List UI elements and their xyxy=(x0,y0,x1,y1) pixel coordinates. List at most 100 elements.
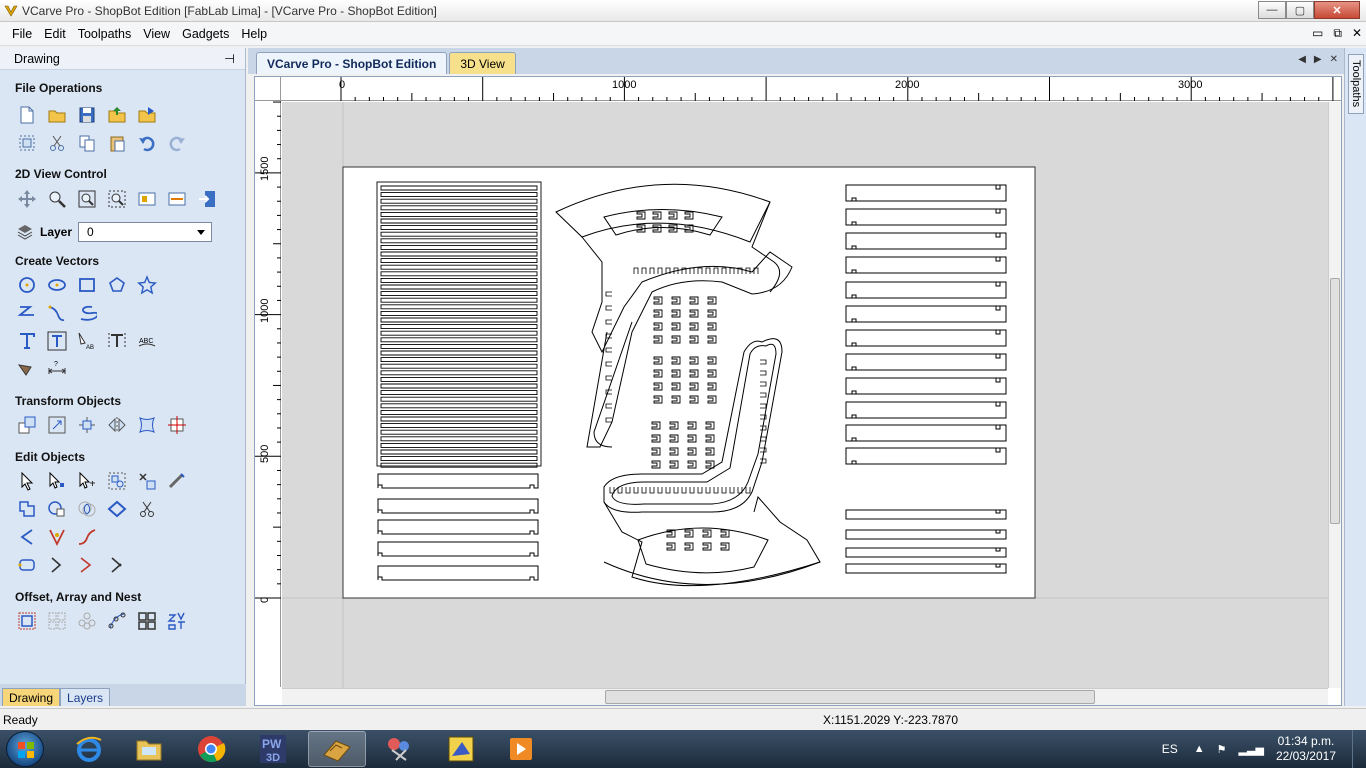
dimensions-icon[interactable]: ? xyxy=(46,358,68,380)
pan-view-icon[interactable] xyxy=(16,188,38,210)
import-bitmap-icon[interactable] xyxy=(136,104,158,126)
mdi-restore-button[interactable]: ⧉ xyxy=(1333,26,1342,41)
language-indicator[interactable]: ES xyxy=(1162,742,1178,756)
taskbar-media-player[interactable] xyxy=(492,731,550,767)
taskbar-internet-explorer[interactable] xyxy=(60,731,118,767)
close-vector-icon[interactable] xyxy=(16,554,38,576)
horizontal-scrollbar[interactable] xyxy=(282,688,1328,705)
select-all-icon[interactable] xyxy=(16,132,38,154)
switch-view-icon[interactable] xyxy=(196,188,218,210)
node-edit-icon[interactable] xyxy=(46,470,68,492)
tab-drawing[interactable]: Drawing xyxy=(2,688,61,706)
draw-circle-icon[interactable] xyxy=(16,274,38,296)
import-vectors-icon[interactable] xyxy=(106,104,128,126)
auto-layout-text-icon[interactable] xyxy=(46,330,68,352)
measure-icon[interactable] xyxy=(166,470,188,492)
auto-nest-icon[interactable] xyxy=(166,610,188,632)
menu-edit[interactable]: Edit xyxy=(38,27,72,41)
open-file-icon[interactable] xyxy=(46,104,68,126)
draw-curve-icon[interactable] xyxy=(46,302,68,324)
cut-icon[interactable] xyxy=(46,132,68,154)
scale-icon[interactable] xyxy=(46,414,68,436)
text-on-arc-icon[interactable]: ABC xyxy=(136,330,158,352)
move-icon[interactable] xyxy=(16,414,38,436)
block-copy-icon[interactable] xyxy=(46,610,68,632)
adjust-text-spacing-icon[interactable] xyxy=(106,330,128,352)
draw-arc-icon[interactable] xyxy=(76,302,98,324)
menu-toolpaths[interactable]: Toolpaths xyxy=(72,27,138,41)
offset-icon[interactable] xyxy=(16,610,38,632)
zoom-box-icon[interactable] xyxy=(46,188,68,210)
pin-icon[interactable]: ⊣ xyxy=(224,51,235,66)
subtract-icon[interactable] xyxy=(46,498,68,520)
horizontal-scroll-thumb[interactable] xyxy=(605,690,1095,704)
align-icon[interactable] xyxy=(166,414,188,436)
undo-icon[interactable] xyxy=(136,132,158,154)
minimize-button[interactable]: — xyxy=(1258,1,1286,19)
menu-help[interactable]: Help xyxy=(235,27,273,41)
close-button[interactable]: ✕ xyxy=(1314,1,1360,19)
taskbar-chrome[interactable] xyxy=(182,731,240,767)
view-page-icon[interactable] xyxy=(166,188,188,210)
zoom-extents-icon[interactable] xyxy=(76,188,98,210)
network-signal-icon[interactable]: ▂▃▅ xyxy=(1239,743,1264,756)
taskbar-vectric-app[interactable] xyxy=(432,731,490,767)
extend-icon[interactable] xyxy=(46,526,68,548)
menu-file[interactable]: File xyxy=(6,27,38,41)
menu-view[interactable]: View xyxy=(137,27,176,41)
tab-layers[interactable]: Layers xyxy=(60,688,111,706)
chamfer-icon[interactable] xyxy=(46,554,68,576)
view-material-icon[interactable] xyxy=(136,188,158,210)
tab-2d-view[interactable]: VCarve Pro - ShopBot Edition xyxy=(256,52,448,74)
redo-icon[interactable] xyxy=(166,132,188,154)
drawing-canvas[interactable] xyxy=(282,102,1328,688)
text-on-curve-icon[interactable]: AB xyxy=(76,330,98,352)
taskbar-pw3d[interactable]: PW 3D xyxy=(244,731,302,767)
fillet-icon[interactable] xyxy=(16,526,38,548)
smooth-curve-icon[interactable] xyxy=(76,526,98,548)
draw-dimension-icon[interactable] xyxy=(16,358,38,380)
draw-polygon-icon[interactable] xyxy=(106,274,128,296)
draw-star-icon[interactable] xyxy=(136,274,158,296)
dogbone-icon[interactable] xyxy=(76,554,98,576)
draw-text-icon[interactable] xyxy=(16,330,38,352)
distort-icon[interactable] xyxy=(136,414,158,436)
nest-parts-icon[interactable] xyxy=(136,610,158,632)
ungroup-icon[interactable] xyxy=(136,470,158,492)
taskbar-file-explorer[interactable] xyxy=(120,731,178,767)
select-pointer-icon[interactable] xyxy=(16,470,38,492)
draw-ellipse-icon[interactable] xyxy=(46,274,68,296)
mdi-minimize-button[interactable]: ▭ xyxy=(1312,26,1323,41)
close-document-icon[interactable]: ✕ xyxy=(1330,54,1338,65)
taskbar-vcarve[interactable] xyxy=(308,731,366,767)
weld-icon[interactable] xyxy=(16,498,38,520)
zoom-selection-icon[interactable] xyxy=(106,188,128,210)
tbone-icon[interactable] xyxy=(106,554,128,576)
circular-copy-icon[interactable] xyxy=(76,610,98,632)
save-file-icon[interactable] xyxy=(76,104,98,126)
intersect-icon[interactable] xyxy=(76,498,98,520)
draw-rectangle-icon[interactable] xyxy=(76,274,98,296)
toolpaths-tab[interactable]: Toolpaths xyxy=(1348,54,1364,114)
join-vectors-icon[interactable] xyxy=(106,498,128,520)
action-center-flag-icon[interactable]: ⚑ xyxy=(1217,743,1227,756)
maximize-button[interactable]: ▢ xyxy=(1286,1,1314,19)
menu-gadgets[interactable]: Gadgets xyxy=(176,27,235,41)
interactive-selection-icon[interactable] xyxy=(76,470,98,492)
show-hidden-icons-icon[interactable]: ▲ xyxy=(1194,743,1205,755)
copy-along-vector-icon[interactable] xyxy=(106,610,128,632)
taskbar-scissors-app[interactable] xyxy=(370,731,428,767)
clock[interactable]: 01:34 p.m. 22/03/2017 xyxy=(1276,734,1336,764)
start-button[interactable] xyxy=(6,731,44,767)
mirror-icon[interactable] xyxy=(106,414,128,436)
rotate-icon[interactable] xyxy=(76,414,98,436)
mdi-close-button[interactable]: ✕ xyxy=(1352,26,1362,41)
group-icon[interactable] xyxy=(106,470,128,492)
scroll-tabs-left-icon[interactable]: ◀ xyxy=(1298,54,1306,65)
copy-icon[interactable] xyxy=(76,132,98,154)
scroll-tabs-right-icon[interactable]: ▶ xyxy=(1314,54,1322,65)
vertical-scroll-thumb[interactable] xyxy=(1330,278,1340,524)
trim-icon[interactable] xyxy=(136,498,158,520)
layer-dropdown[interactable]: 0 xyxy=(78,222,213,242)
tab-3d-view[interactable]: 3D View xyxy=(449,52,516,74)
